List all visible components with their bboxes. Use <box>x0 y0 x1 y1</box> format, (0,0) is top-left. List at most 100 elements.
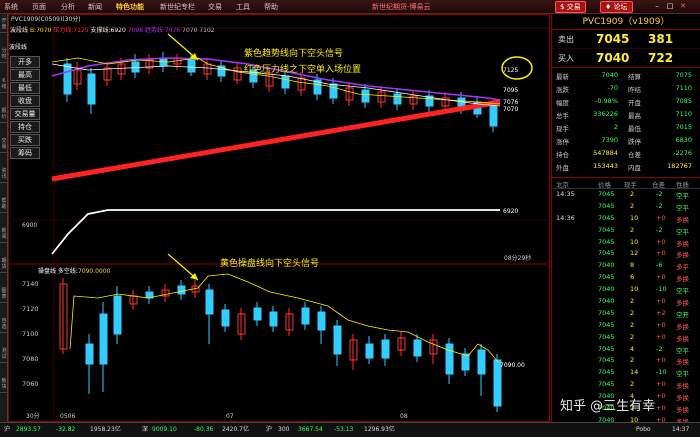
support-line <box>51 209 500 255</box>
vtab-4[interactable]: 交易 <box>0 136 8 153</box>
tick-row[interactable]: 14:35 7045 2 -2 空平 <box>552 189 700 201</box>
tick-nature: 空平 <box>676 370 689 379</box>
vtab-2[interactable]: K线 <box>0 76 8 93</box>
tick-price: 7040 <box>598 261 615 270</box>
status-sz-label: 深 <box>142 426 149 433</box>
tick-row[interactable]: 7040 10 -10 空平 <box>552 284 700 296</box>
tick-row[interactable]: 7045 2 +0 多换 <box>552 355 700 367</box>
tick-row[interactable]: 7045 12 +0 多换 <box>552 248 700 260</box>
tick-nature: 多换 <box>676 358 689 367</box>
tick-nature: 多换 <box>676 394 689 403</box>
trade-button[interactable]: $ 交易 <box>555 1 586 13</box>
upper-candle-body-9 <box>187 59 196 73</box>
menu-page[interactable]: 页面 <box>32 2 46 12</box>
price-label-7070: 7070 <box>503 106 518 113</box>
vtab-5[interactable]: 资讯 <box>0 166 8 183</box>
tick-header: 北京 价格 现手 仓差 性质 <box>552 178 700 189</box>
tick-size: 6 <box>630 273 635 282</box>
status-clock: 14:37 <box>672 426 690 433</box>
tick-price: 7045 <box>598 190 615 198</box>
tick-price: 7045 <box>598 320 615 329</box>
lower-candle-body-13 <box>269 311 278 327</box>
tick-size: 2 <box>630 297 635 306</box>
tick-nature: 多平 <box>676 263 689 272</box>
vtab-1[interactable]: 分时 <box>0 46 8 63</box>
vtab-6[interactable]: 帮助 <box>0 196 8 213</box>
menu-system[interactable]: 系统 <box>4 2 18 12</box>
price-label-7095: 7095 <box>503 87 518 94</box>
annotation-yellow: 黄色操盘线向下空头信号 <box>220 259 320 269</box>
tick-price: 7045 <box>598 332 615 341</box>
stat-value-3-b: 7110 <box>675 110 692 118</box>
tick-row[interactable]: 7045 2 +2 空开 <box>552 308 700 320</box>
status-hs-amount: 1296.93亿 <box>364 426 395 433</box>
stat-label-0-b: 结算 <box>628 73 641 81</box>
vtab-10[interactable]: 自选 <box>0 316 8 333</box>
bid-row[interactable]: 买入 7040 722 <box>552 49 700 68</box>
y-label-lower-2: 7100 <box>22 330 39 338</box>
stats-grid: 最新 7040 结算 7075 涨跌 -70 昨结 7110 幅度 -0.98% 开盘 7085 总手 3… <box>552 68 700 178</box>
stat-label-1-b: 昨结 <box>628 86 641 94</box>
tick-row[interactable]: 7045 14 -10 空平 <box>552 367 700 379</box>
vtab-9[interactable]: 图表 <box>0 286 8 303</box>
annotation-red: 红色压力线之下空单入场位置 <box>244 65 362 75</box>
tick-row[interactable]: 7045 2 +0 多换 <box>552 320 700 332</box>
ask-volume: 381 <box>648 32 674 46</box>
tick-size: 10 <box>630 237 639 246</box>
tick-oi: +0 <box>656 213 666 222</box>
tick-row[interactable]: 7040 8 -6 多平 <box>552 260 700 272</box>
bid-label: 买入 <box>558 54 574 63</box>
vtab-0[interactable]: 开盘 <box>0 16 8 33</box>
tick-oi: +0 <box>656 380 666 389</box>
lower-candle-body-10 <box>221 309 230 327</box>
stat-value-5-a: 7390 <box>601 136 618 144</box>
tick-row[interactable]: 7045 2 -2 空平 <box>552 201 700 213</box>
tick-row[interactable]: 7045 2 -2 空平 <box>552 225 700 237</box>
tick-oi: +0 <box>656 249 666 258</box>
menu-features[interactable]: 特色功能 <box>116 2 144 12</box>
menu-analysis[interactable]: 分析 <box>61 2 75 12</box>
tick-row[interactable]: 7045 4 -2 空平 <box>552 344 700 356</box>
ask-row[interactable]: 卖出 7045 381 <box>552 30 700 49</box>
status-sh-label: 沪 <box>4 426 11 433</box>
tick-row[interactable]: 7045 6 +0 多换 <box>552 272 700 284</box>
menu-news[interactable]: 新闻 <box>88 2 102 12</box>
stat-label-2-b: 开盘 <box>628 99 641 107</box>
ask-label: 卖出 <box>558 35 574 44</box>
tick-row[interactable]: 7045 2 +0 多换 <box>552 379 700 391</box>
vol-legend-label: 操盘线 多空线: <box>38 268 78 275</box>
upper-candle-body-20 <box>361 89 370 103</box>
vtab-8[interactable]: 期货 <box>0 256 8 273</box>
tick-oi: -2 <box>656 344 663 353</box>
forum-button[interactable]: ♦ 论坛 <box>600 1 633 13</box>
menu-trade[interactable]: 交易 <box>208 2 222 12</box>
maximize-icon[interactable]: □ <box>665 1 675 11</box>
tick-row[interactable]: 7045 2 +0 多换 <box>552 332 700 344</box>
status-hs-index: 3667.54 <box>298 426 323 433</box>
menu-help[interactable]: 帮助 <box>264 2 278 12</box>
pressure-line <box>51 99 501 182</box>
vtab-11[interactable]: 测试 <box>0 346 8 363</box>
vtab-12[interactable]: 板块 <box>0 376 8 393</box>
minimize-icon[interactable]: – <box>652 1 662 11</box>
close-icon[interactable]: ✕ <box>678 1 688 11</box>
tick-row[interactable]: 14:36 7045 10 +0 多换 <box>552 213 700 225</box>
tick-size: 4 <box>630 344 635 353</box>
vtab-7[interactable]: 新闻 <box>0 226 8 243</box>
menu-tools[interactable]: 工具 <box>236 2 250 12</box>
vtab-3[interactable]: 报价 <box>0 106 8 123</box>
lower-candle-body-1 <box>85 343 94 365</box>
annotation-purple: 紫色趋势线向下空头信号 <box>244 49 344 59</box>
tick-row[interactable]: 7040 2 +0 多换 <box>552 296 700 308</box>
y-label-lower-1: 7120 <box>22 305 39 313</box>
tick-oi: -2 <box>656 225 663 234</box>
menu-column[interactable]: 新世纪专栏 <box>160 2 195 12</box>
left-tab-strip: 开盘 分时 K线 报价 交易 资讯 帮助 新闻 期货 图表 自选 测试 板块 <box>0 14 8 422</box>
tick-list[interactable]: 14:35 7045 2 -2 空平 7045 2 -2 空平 14:36 7045 10 +0 多换 70… <box>552 189 700 427</box>
stat-value-7-b: 182767 <box>667 162 692 170</box>
tick-nature: 空开 <box>676 310 689 319</box>
tick-row[interactable]: 7045 10 +0 多换 <box>552 237 700 249</box>
tick-oi: +0 <box>656 320 666 329</box>
tick-size: 2 <box>630 190 635 198</box>
stat-value-4-a: 2 <box>613 123 618 131</box>
